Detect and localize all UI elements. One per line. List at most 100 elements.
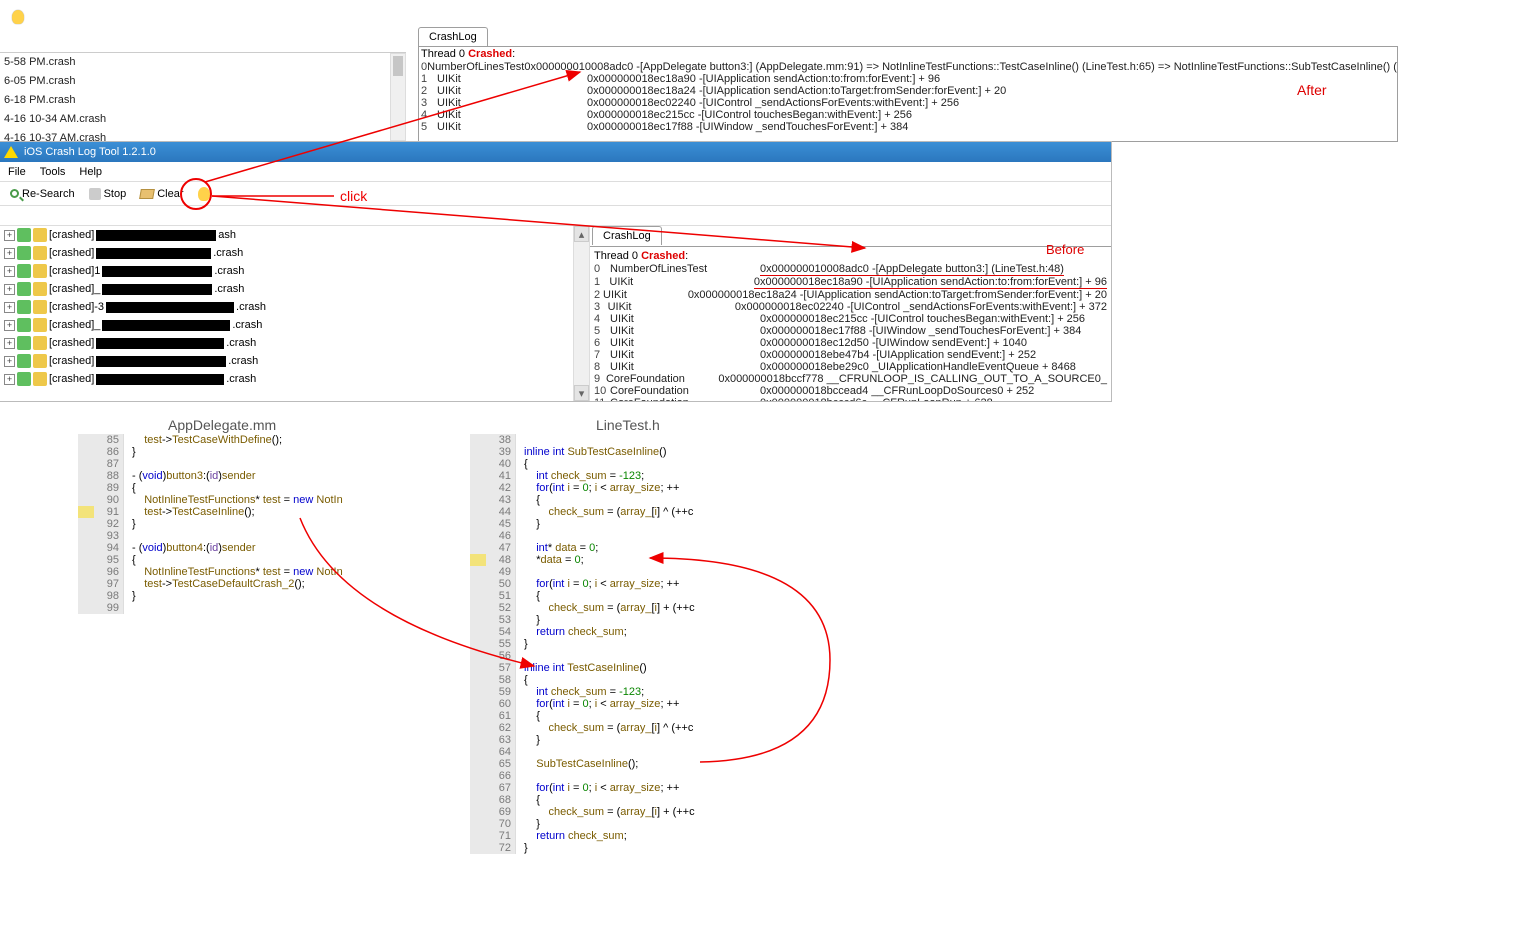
redacted xyxy=(96,248,211,259)
crash-icon xyxy=(17,372,31,386)
tree-item[interactable]: + [crashed]-3.crash xyxy=(0,298,589,316)
stack-row: 7UIKit0x000000018ebe47b4 -[UIApplication… xyxy=(592,349,1109,361)
stack-row: 9CoreFoundation0x000000018bccf778 __CFRU… xyxy=(592,373,1109,385)
scroll-up-icon[interactable]: ▴ xyxy=(574,226,589,242)
tree-item-label: [crashed]_ xyxy=(49,319,100,331)
file-list-item[interactable]: 6-05 PM.crash xyxy=(0,72,406,91)
stack-row: 1UIKit0x000000018ec18a90 -[UIApplication… xyxy=(419,73,1397,85)
crash-icon-sub xyxy=(33,300,47,314)
tree-item-label: [crashed]_ xyxy=(49,283,100,295)
annotation-circle xyxy=(180,178,212,210)
crash-icon-sub xyxy=(33,318,47,332)
tree-item[interactable]: + [crashed] .crash xyxy=(0,370,589,388)
redacted xyxy=(102,266,212,277)
stack-row: 4UIKit0x000000018ec215cc -[UIControl tou… xyxy=(419,109,1397,121)
stack-row: 2UIKit0x000000018ec18a24 -[UIApplication… xyxy=(419,85,1397,97)
stop-icon xyxy=(89,188,101,200)
code-label-line: LineTest.h xyxy=(596,417,660,433)
crash-icon-sub xyxy=(33,282,47,296)
redacted xyxy=(96,374,224,385)
crash-icon-sub xyxy=(33,264,47,278)
stack-row: 5UIKit0x000000018ec17f88 -[UIWindow _sen… xyxy=(419,121,1397,133)
broom-icon xyxy=(139,189,155,199)
crash-icon-sub xyxy=(33,246,47,260)
expander-icon[interactable]: + xyxy=(4,266,15,277)
expander-icon[interactable]: + xyxy=(4,302,15,313)
tab-crashlog-after[interactable]: CrashLog xyxy=(418,27,488,46)
tree-item[interactable]: + [crashed]1.crash xyxy=(0,262,589,280)
expander-icon[interactable]: + xyxy=(4,374,15,385)
detail-pane: CrashLog Thread 0 Crashed: 0NumberOfLine… xyxy=(590,226,1111,401)
scroll-down-icon[interactable]: ▾ xyxy=(574,385,589,401)
menu-tools[interactable]: Tools xyxy=(40,166,66,178)
title-bar[interactable]: iOS Crash Log Tool 1.2.1.0 xyxy=(0,142,1111,162)
tree-item[interactable]: + [crashed] .crash xyxy=(0,334,589,352)
annotation-click: click xyxy=(340,188,367,204)
crash-icon xyxy=(17,246,31,260)
file-list-item[interactable]: 6-18 PM.crash xyxy=(0,91,406,110)
redacted xyxy=(96,356,226,367)
tree-item-label: [crashed] xyxy=(49,337,94,349)
stack-row: 0NumberOfLinesTest0x000000010008adc0 -[A… xyxy=(419,61,1397,73)
redacted xyxy=(106,302,234,313)
warning-icon xyxy=(4,146,18,158)
stack-row: 4UIKit0x000000018ec215cc -[UIControl tou… xyxy=(592,313,1109,325)
expander-icon[interactable]: + xyxy=(4,338,15,349)
annotation-after: After xyxy=(1297,82,1327,98)
redacted xyxy=(96,230,216,241)
expander-icon[interactable]: + xyxy=(4,356,15,367)
crash-icon xyxy=(17,300,31,314)
crashlog-panel-after: Thread 0 Crashed: 0NumberOfLinesTest0x00… xyxy=(418,46,1398,142)
stack-row: 0NumberOfLinesTest0x000000010008adc0 -[A… xyxy=(592,263,1109,276)
stack-row: 3UIKit0x000000018ec02240 -[UIControl _se… xyxy=(419,97,1397,109)
menu-bar: File Tools Help xyxy=(0,162,1111,182)
tree-item-label: [crashed] xyxy=(49,355,94,367)
search-row xyxy=(0,206,1111,226)
crash-icon xyxy=(17,336,31,350)
tree-item[interactable]: + [crashed] .crash xyxy=(0,352,589,370)
crash-tree[interactable]: + [crashed] ash+ [crashed] .crash+ [cras… xyxy=(0,226,590,401)
tree-item-label: [crashed] xyxy=(49,247,94,259)
expander-icon[interactable]: + xyxy=(4,284,15,295)
tree-item-label: [crashed] xyxy=(49,373,94,385)
tab-crashlog-before[interactable]: CrashLog xyxy=(592,226,662,245)
tree-scrollbar[interactable]: ▴ ▾ xyxy=(573,226,589,401)
search-input[interactable] xyxy=(0,206,1111,225)
tree-item[interactable]: + [crashed] ash xyxy=(0,226,589,244)
search-icon xyxy=(10,189,19,198)
editor-linetest[interactable]: 3839404142434445464748495051525354555657… xyxy=(470,434,695,854)
stack-row: 2UIKit0x000000018ec18a24 -[UIApplication… xyxy=(592,289,1109,301)
stack-row: 11CoreFoundation0x000000018bcccd6c __CFR… xyxy=(592,397,1109,401)
stack-row: 1UIKit0x000000018ec18a90 -[UIApplication… xyxy=(592,276,1109,289)
stack-row: 6UIKit0x000000018ec12d50 -[UIWindow send… xyxy=(592,337,1109,349)
expander-icon[interactable]: + xyxy=(4,320,15,331)
research-button[interactable]: Re-Search xyxy=(6,186,79,202)
scrollbar[interactable] xyxy=(390,53,406,141)
crash-icon xyxy=(17,228,31,242)
tree-item-label: [crashed] xyxy=(49,229,94,241)
crash-icon-sub xyxy=(33,354,47,368)
expander-icon[interactable]: + xyxy=(4,248,15,259)
menu-file[interactable]: File xyxy=(8,166,26,178)
redacted xyxy=(102,320,230,331)
file-list-item[interactable]: 5-58 PM.crash xyxy=(0,53,406,72)
editor-appdelegate[interactable]: 858687888990919293949596979899 test->Tes… xyxy=(78,434,343,614)
crash-icon xyxy=(17,318,31,332)
crashlog-panel-before: Thread 0 Crashed: 0NumberOfLinesTest0x00… xyxy=(590,246,1111,401)
crash-tool-window: iOS Crash Log Tool 1.2.1.0 File Tools He… xyxy=(0,142,1111,401)
tree-item[interactable]: + [crashed] .crash xyxy=(0,244,589,262)
menu-help[interactable]: Help xyxy=(79,166,102,178)
redacted xyxy=(102,284,212,295)
crash-icon-sub xyxy=(33,228,47,242)
tree-item[interactable]: + [crashed]_.crash xyxy=(0,316,589,334)
crash-icon xyxy=(17,264,31,278)
stop-button[interactable]: Stop xyxy=(85,186,131,202)
tree-item[interactable]: + [crashed]_.crash xyxy=(0,280,589,298)
tree-item-label: [crashed]-3 xyxy=(49,301,104,313)
stack-row: 10CoreFoundation0x000000018bccead4 __CFR… xyxy=(592,385,1109,397)
file-list-item[interactable]: 4-16 10-34 AM.crash xyxy=(0,110,406,129)
stack-row: 3UIKit0x000000018ec02240 -[UIControl _se… xyxy=(592,301,1109,313)
crash-icon xyxy=(17,282,31,296)
stack-row: 5UIKit0x000000018ec17f88 -[UIWindow _sen… xyxy=(592,325,1109,337)
expander-icon[interactable]: + xyxy=(4,230,15,241)
